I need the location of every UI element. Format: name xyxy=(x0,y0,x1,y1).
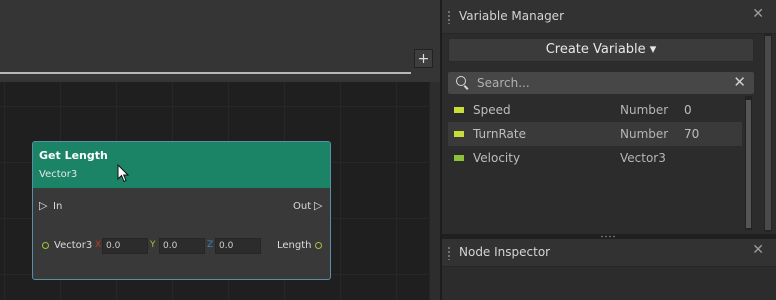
variable-type: Number xyxy=(620,103,669,117)
y-axis-label: Y xyxy=(150,240,156,250)
node-inspector-title: Node Inspector xyxy=(459,245,551,259)
node-subtitle: Vector3 xyxy=(39,169,78,180)
search-icon xyxy=(456,76,466,86)
variable-color-swatch xyxy=(454,131,464,137)
variable-value[interactable]: 0 xyxy=(684,103,692,117)
variable-value[interactable]: 70 xyxy=(684,127,699,141)
node-title: Get Length xyxy=(39,149,108,162)
splitter-grip-icon[interactable] xyxy=(600,235,616,238)
flow-out-icon[interactable]: ▷ xyxy=(314,199,322,212)
node-inspector-header[interactable]: Node Inspector ✕ xyxy=(442,239,776,267)
variable-name: Velocity xyxy=(473,151,521,165)
variable-color-swatch xyxy=(454,107,464,113)
variable-name: TurnRate xyxy=(473,127,526,141)
x-axis-label: X xyxy=(95,240,102,250)
mouse-cursor-icon xyxy=(117,164,130,183)
close-icon[interactable]: ✕ xyxy=(752,6,764,22)
variable-type: Vector3 xyxy=(620,151,666,165)
variable-color-swatch xyxy=(454,155,464,161)
variable-list-scroll-thumb[interactable] xyxy=(746,100,751,228)
z-axis-label: Z xyxy=(207,240,214,250)
length-output-label: Length xyxy=(277,240,312,251)
flow-in-label: In xyxy=(53,201,63,212)
get-length-node[interactable]: Get Length Vector3 ▷ In Out ▷ Vector3 X … xyxy=(32,141,331,280)
vector3-input-pin[interactable] xyxy=(42,242,49,249)
length-output-pin[interactable] xyxy=(315,242,322,249)
vector3-input-label: Vector3 xyxy=(54,240,93,251)
add-button[interactable]: + xyxy=(414,49,433,68)
flow-out-label: Out xyxy=(293,201,312,212)
close-icon[interactable]: ✕ xyxy=(752,242,764,258)
y-value-field[interactable]: 0.0 xyxy=(159,238,205,254)
flow-in-icon[interactable]: ▷ xyxy=(39,199,47,212)
variable-manager-title: Variable Manager xyxy=(459,9,564,23)
search-input[interactable]: Search... xyxy=(477,76,530,90)
panel-scroll-thumb[interactable] xyxy=(765,36,771,230)
clear-search-icon[interactable]: ✕ xyxy=(733,73,746,91)
variable-manager-panel: Variable Manager ✕ Create Variable ▾ Sea… xyxy=(442,0,776,234)
variable-manager-header[interactable]: Variable Manager ✕ xyxy=(442,0,776,34)
variable-type: Number xyxy=(620,127,669,141)
variable-row[interactable]: TurnRate Number 70 xyxy=(448,122,742,146)
create-variable-button[interactable]: Create Variable ▾ xyxy=(448,38,754,62)
graph-toolbar-area xyxy=(0,0,440,82)
z-value-field[interactable]: 0.0 xyxy=(215,238,261,254)
node-header[interactable]: Get Length Vector3 xyxy=(33,142,330,188)
node-inspector-panel: Node Inspector ✕ xyxy=(442,239,776,300)
variable-name: Speed xyxy=(473,103,511,117)
graph-divider-line xyxy=(0,72,411,74)
grip-icon[interactable] xyxy=(447,10,451,24)
variable-row[interactable]: Velocity Vector3 xyxy=(448,146,742,170)
search-field[interactable]: Search... ✕ xyxy=(448,72,754,94)
x-value-field[interactable]: 0.0 xyxy=(102,238,148,254)
grip-icon[interactable] xyxy=(447,246,451,260)
variable-row[interactable]: Speed Number 0 xyxy=(448,98,742,122)
